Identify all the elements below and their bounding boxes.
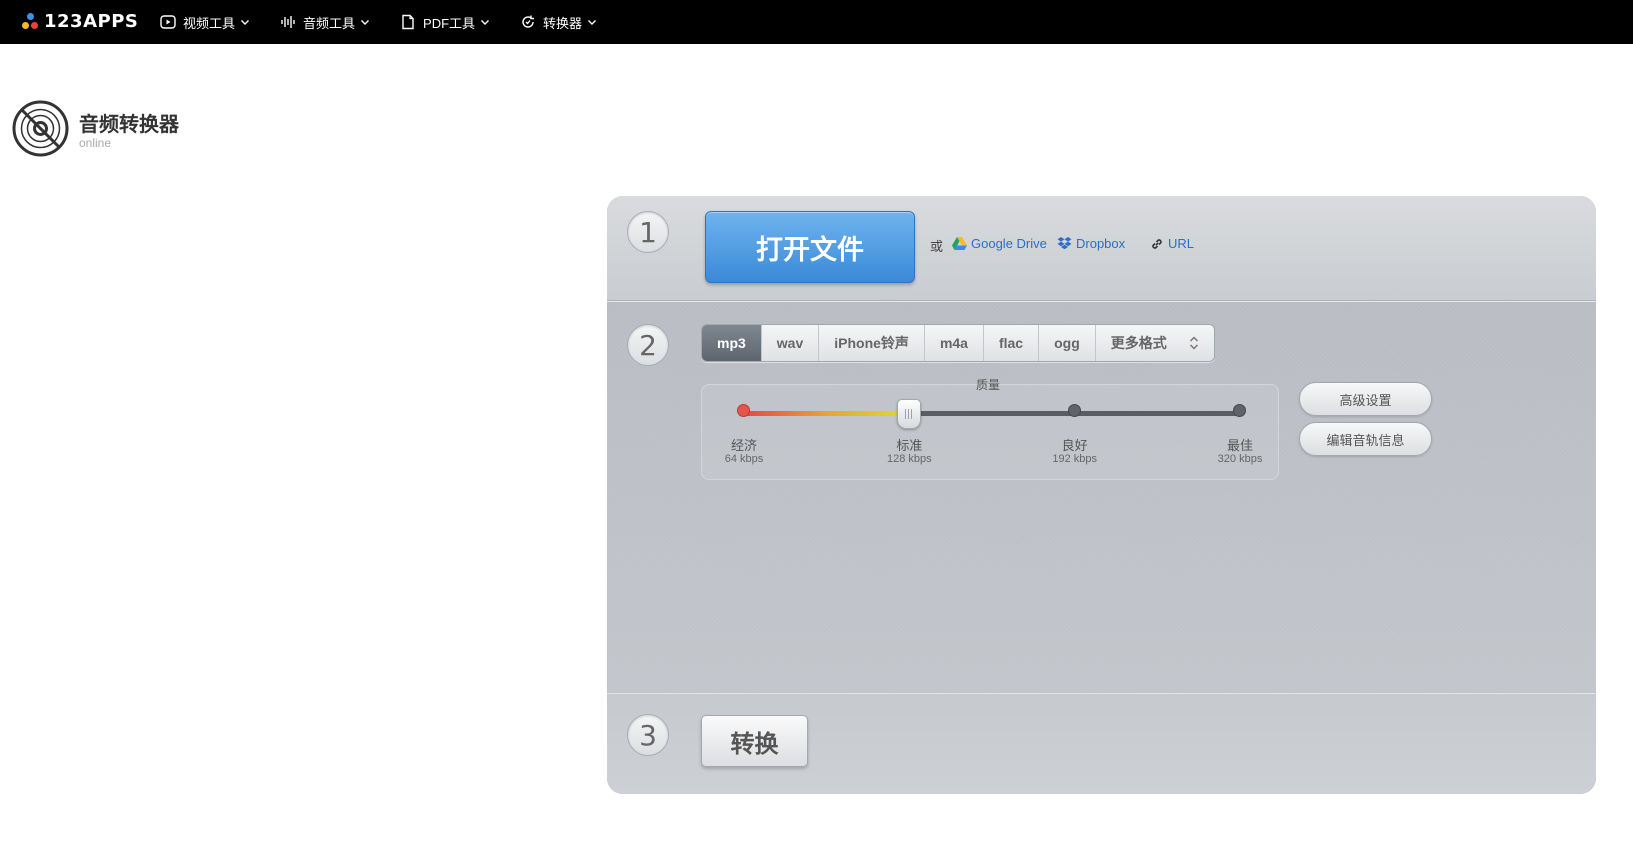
main-nav: 视频工具 音频工具 PDF工具 转换器 [160, 0, 627, 44]
logo-dots-icon [22, 12, 39, 30]
top-nav-bar: 123APPS 视频工具 音频工具 PDF工具 转换器 [0, 0, 1633, 44]
quality-slider-track[interactable] [744, 411, 1240, 416]
quality-name-good: 良好 [1061, 438, 1088, 453]
url-label: URL [1168, 236, 1195, 251]
format-tab-mp3[interactable]: mp3 [702, 325, 762, 361]
edit-track-info-button[interactable]: 编辑音轨信息 [1299, 422, 1432, 456]
url-link[interactable]: URL [1150, 236, 1194, 251]
quality-stop-best[interactable] [1233, 404, 1246, 417]
dropbox-label: Dropbox [1076, 236, 1126, 251]
app-subtitle: online [79, 135, 112, 150]
nav-video-tools[interactable]: 视频工具 [160, 0, 250, 44]
play-icon [160, 15, 176, 29]
format-tab-iphone-ringtone[interactable]: iPhone铃声 [819, 325, 925, 361]
nav-pdf-tools[interactable]: PDF工具 [400, 0, 490, 44]
or-label: 或 [930, 239, 944, 254]
step2-section: 2 mp3 wav iPhone铃声 m4a flac ogg 更多格式 质量 … [607, 302, 1596, 692]
quality-rate-economy: 64 kbps [724, 453, 764, 465]
brand-name: 123APPS [44, 10, 139, 32]
quality-slider-handle[interactable] [897, 399, 922, 429]
quality-name-standard: 标准 [896, 438, 923, 453]
dropbox-icon [1057, 236, 1072, 249]
chevron-down-icon [361, 20, 370, 25]
open-file-button[interactable]: 打开文件 [705, 211, 915, 283]
step3-number: 3 [627, 714, 669, 756]
format-tab-wav[interactable]: wav [761, 325, 820, 361]
chevron-down-icon [241, 20, 250, 25]
link-icon [1152, 238, 1162, 249]
step2-number: 2 [627, 324, 669, 366]
quality-rate-best: 320 kbps [1217, 453, 1263, 465]
sort-updown-icon [1189, 336, 1198, 350]
nav-label: PDF工具 [423, 15, 476, 31]
convert-button[interactable]: 转换 [701, 715, 808, 767]
format-tab-ogg[interactable]: ogg [1039, 325, 1096, 361]
quality-slider-fill [744, 411, 910, 416]
quality-stop-good[interactable] [1067, 404, 1081, 417]
format-tab-flac[interactable]: flac [983, 325, 1040, 361]
quality-rate-good: 192 kbps [1052, 453, 1097, 465]
nav-label: 视频工具 [183, 15, 236, 31]
format-tab-m4a[interactable]: m4a [924, 325, 984, 361]
quality-label: 质量 [976, 378, 1001, 392]
chevron-down-icon [588, 20, 597, 25]
quality-box: 质量 经济 64 kbps 标准 128 kbps 良好 192 kbps 最佳… [701, 378, 1279, 480]
google-drive-icon [952, 237, 967, 250]
format-tabs: mp3 wav iPhone铃声 m4a flac ogg 更多格式 [701, 324, 1215, 362]
converter-panel: 1 打开文件 或 Google Drive Dropbox URL 2 mp3 … [607, 196, 1596, 794]
nav-audio-tools[interactable]: 音频工具 [280, 0, 370, 44]
quality-rate-standard: 128 kbps [887, 453, 932, 465]
nav-label: 转换器 [543, 15, 583, 31]
nav-converters[interactable]: 转换器 [520, 0, 597, 44]
step1-number: 1 [627, 211, 669, 253]
waveform-icon [281, 16, 295, 28]
google-drive-link[interactable]: Google Drive [952, 236, 1047, 251]
more-formats-dropdown[interactable]: 更多格式 [1095, 325, 1214, 361]
quality-name-best: 最佳 [1226, 438, 1253, 453]
convert-icon [522, 15, 535, 28]
google-drive-label: Google Drive [971, 236, 1047, 251]
quality-stop-economy[interactable] [737, 404, 750, 417]
nav-label: 音频工具 [303, 15, 356, 31]
advanced-settings-button[interactable]: 高级设置 [1299, 382, 1432, 416]
more-formats-label: 更多格式 [1110, 335, 1167, 351]
disc-icon [12, 100, 69, 157]
brand-logo[interactable]: 123APPS [22, 10, 138, 32]
app-title: 音频转换器 [79, 111, 179, 136]
chevron-down-icon [481, 20, 490, 25]
app-header: 音频转换器 online [12, 100, 179, 157]
dropbox-link[interactable]: Dropbox [1057, 236, 1125, 251]
document-icon [402, 14, 414, 30]
step1-section: 1 打开文件 或 Google Drive Dropbox URL [607, 196, 1596, 302]
step3-section: 3 转换 [607, 693, 1596, 794]
quality-name-economy: 经济 [730, 438, 757, 453]
